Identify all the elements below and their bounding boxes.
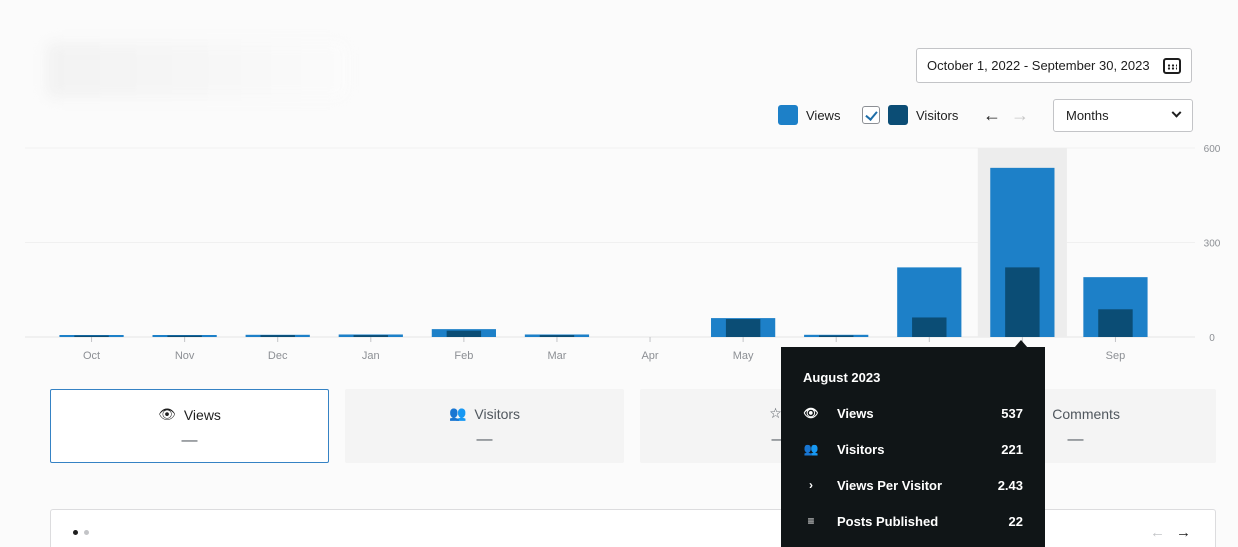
bar-visitors [818,335,854,337]
people-icon: 👥 [448,405,467,421]
blurred-site-title [46,42,346,98]
pagination-dot[interactable] [84,530,89,535]
previous-period-button[interactable]: ← [982,104,1002,126]
views-swatch [778,105,798,125]
y-tick-label: 0 [1209,333,1215,344]
date-range-label: October 1, 2022 - September 30, 2023 [927,58,1150,73]
eye-icon: 👁 [803,406,819,420]
bar-visitors [1098,309,1133,337]
tooltip-posts-value: 22 [1008,513,1023,529]
period-select[interactable]: Months [1053,99,1193,132]
pagination-dots[interactable] [73,530,89,535]
bar-visitors [167,335,202,337]
card-comments-label: Comments [1052,405,1120,422]
tooltip-row-views: 👁 Views 537 [803,403,1023,423]
x-tick-label: Nov [175,350,195,362]
bar-visitors [260,335,295,337]
tooltip-views-value: 537 [1001,405,1023,421]
x-tick-label: Mar [547,350,566,362]
legend-visitors-label: Visitors [916,107,959,123]
bar-visitors [1005,267,1040,337]
card-views[interactable]: 👁 Views — [50,389,329,463]
tooltip-row-posts-published: ≡ Posts Published 22 [803,511,1023,531]
bar-visitors [725,319,761,337]
chart-tooltip: August 2023 👁 Views 537 👥 Visitors 221 ›… [781,347,1045,547]
bar-visitors [912,317,947,337]
bar-visitors [353,335,389,337]
x-tick-label: Dec [268,350,288,362]
legend-views-label: Views [806,107,841,123]
bar-visitors [539,335,575,337]
x-tick-label: May [733,350,754,362]
tooltip-posts-label: Posts Published [837,513,939,529]
chevron-down-icon [1171,107,1182,118]
y-tick-label: 600 [1204,144,1221,155]
panel-next-button[interactable]: → [1176,524,1191,541]
calendar-icon [1163,57,1181,74]
chevron-right-icon: › [809,478,813,492]
bar-visitors [74,335,109,337]
stats-bar-chart[interactable]: 0 300 600 Oct Nov Dec Jan Feb Mar Apr May Sep [0,140,1238,370]
x-tick-label: Oct [83,350,100,362]
eye-icon: 👁 [158,406,176,422]
x-tick-label: Sep [1106,350,1126,362]
card-visitors-label: Visitors [474,405,521,422]
visitors-checkbox[interactable] [862,106,880,124]
tooltip-title: August 2023 [803,370,881,385]
date-range-button[interactable]: October 1, 2022 - September 30, 2023 [916,48,1192,83]
legend-views: Views [778,104,840,126]
x-tick-label: Apr [641,350,658,362]
tooltip-vpv-label: Views Per Visitor [837,477,943,493]
star-icon: ☆ [769,405,782,421]
list-icon: ≡ [807,514,815,528]
period-select-value: Months [1066,108,1109,123]
bar-visitors [446,330,482,337]
tooltip-row-views-per-visitor: › Views Per Visitor 2.43 [803,475,1023,495]
card-views-label: Views [183,406,221,423]
x-tick-label: Feb [454,350,473,362]
tooltip-views-label: Views [837,405,874,421]
panel-prev-button[interactable]: ← [1150,524,1165,541]
legend-visitors[interactable]: Visitors [862,104,958,126]
people-icon: 👥 [803,442,819,456]
visitors-swatch [888,105,908,125]
pagination-dot-active[interactable] [73,530,78,535]
next-period-button[interactable]: → [1010,104,1030,126]
tooltip-visitors-value: 221 [1001,441,1023,457]
card-views-value: — [181,432,198,449]
tooltip-row-visitors: 👥 Visitors 221 [803,439,1023,459]
x-tick-label: Jan [362,350,380,362]
tooltip-visitors-label: Visitors [837,441,885,457]
card-visitors-value: — [476,431,493,448]
tooltip-vpv-value: 2.43 [997,477,1023,493]
card-visitors[interactable]: 👥 Visitors — [345,389,624,463]
y-tick-label: 300 [1204,239,1221,250]
